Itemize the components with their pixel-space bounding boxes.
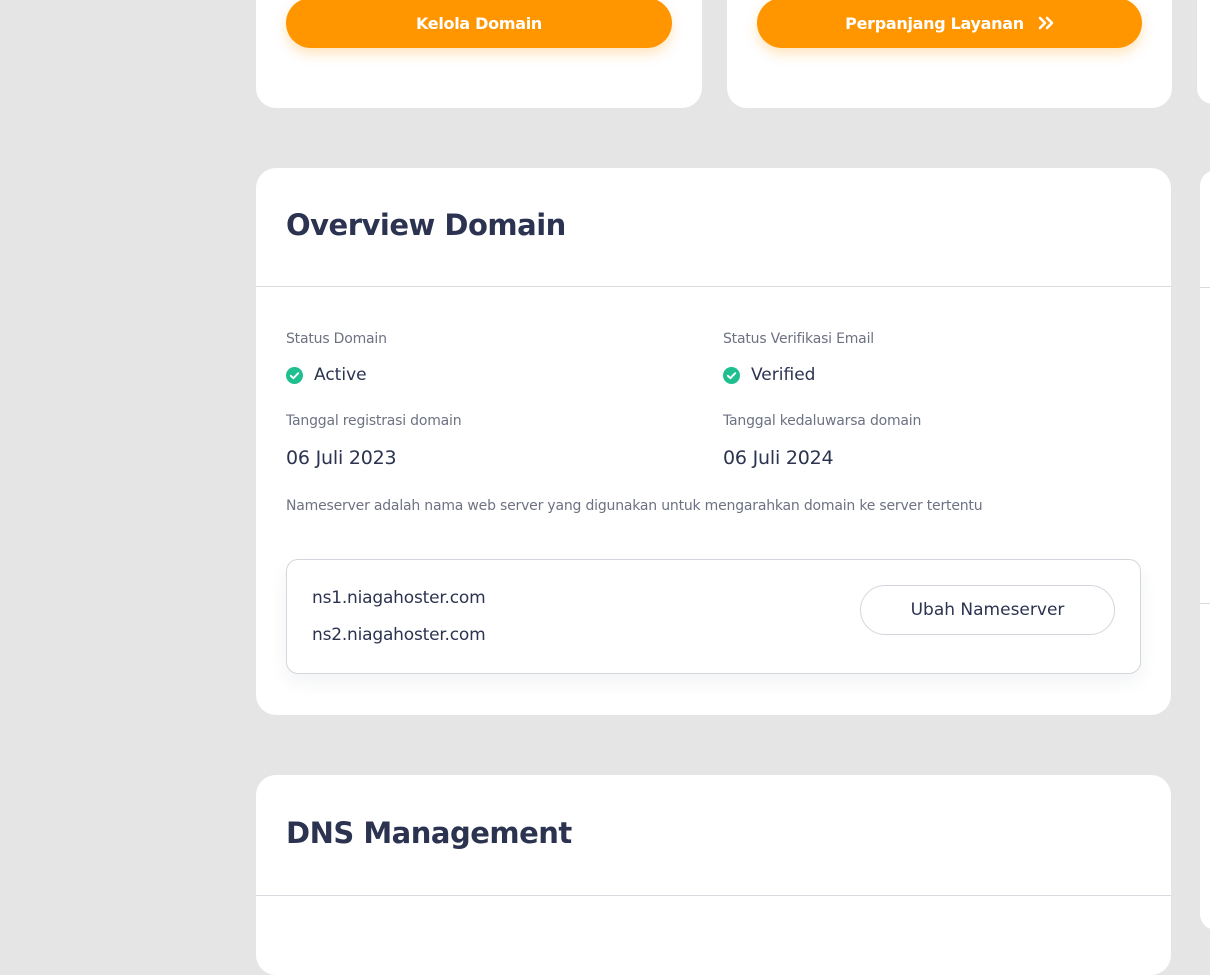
status-domain-text: Active — [314, 365, 367, 385]
nameserver-description: Nameserver adalah nama web server yang d… — [286, 498, 983, 514]
dns-title: DNS Management — [286, 816, 572, 850]
check-circle-icon — [286, 366, 303, 384]
status-domain-value: Active — [286, 365, 367, 385]
change-nameserver-label: Ubah Nameserver — [910, 600, 1065, 620]
nameserver-item: ns2.niagahoster.com — [312, 625, 486, 645]
renew-service-card: Perpanjang Layanan — [727, 0, 1172, 108]
status-domain-label: Status Domain — [286, 331, 387, 347]
dns-header: DNS Management — [256, 775, 1171, 896]
overview-title: Overview Domain — [286, 208, 566, 242]
nameserver-box: ns1.niagahoster.com ns2.niagahoster.com … — [286, 559, 1141, 674]
overview-domain-card: Overview Domain Status Domain Active Sta… — [256, 168, 1171, 715]
renew-service-button[interactable]: Perpanjang Layanan — [757, 0, 1142, 48]
expiry-date-label: Tanggal kedaluwarsa domain — [723, 413, 922, 429]
manage-domain-card: Kelola Domain — [256, 0, 702, 108]
dns-management-card: DNS Management — [256, 775, 1171, 975]
change-nameserver-button[interactable]: Ubah Nameserver — [860, 585, 1115, 635]
manage-domain-button[interactable]: Kelola Domain — [286, 0, 672, 48]
check-circle-icon — [723, 366, 740, 384]
status-email-value: Verified — [723, 365, 815, 385]
overview-header: Overview Domain — [256, 168, 1171, 287]
status-email-text: Verified — [751, 365, 816, 385]
double-chevron-right-icon — [1038, 16, 1054, 30]
right-edge-card — [1200, 170, 1210, 930]
right-edge-card-top — [1197, 0, 1210, 104]
expiry-date-value: 06 Juli 2024 — [723, 447, 834, 469]
manage-domain-label: Kelola Domain — [415, 13, 542, 33]
registration-date-value: 06 Juli 2023 — [286, 447, 397, 469]
status-email-label: Status Verifikasi Email — [723, 331, 874, 347]
nameserver-item: ns1.niagahoster.com — [312, 588, 486, 608]
registration-date-label: Tanggal registrasi domain — [286, 413, 462, 429]
renew-service-label: Perpanjang Layanan — [845, 13, 1024, 33]
